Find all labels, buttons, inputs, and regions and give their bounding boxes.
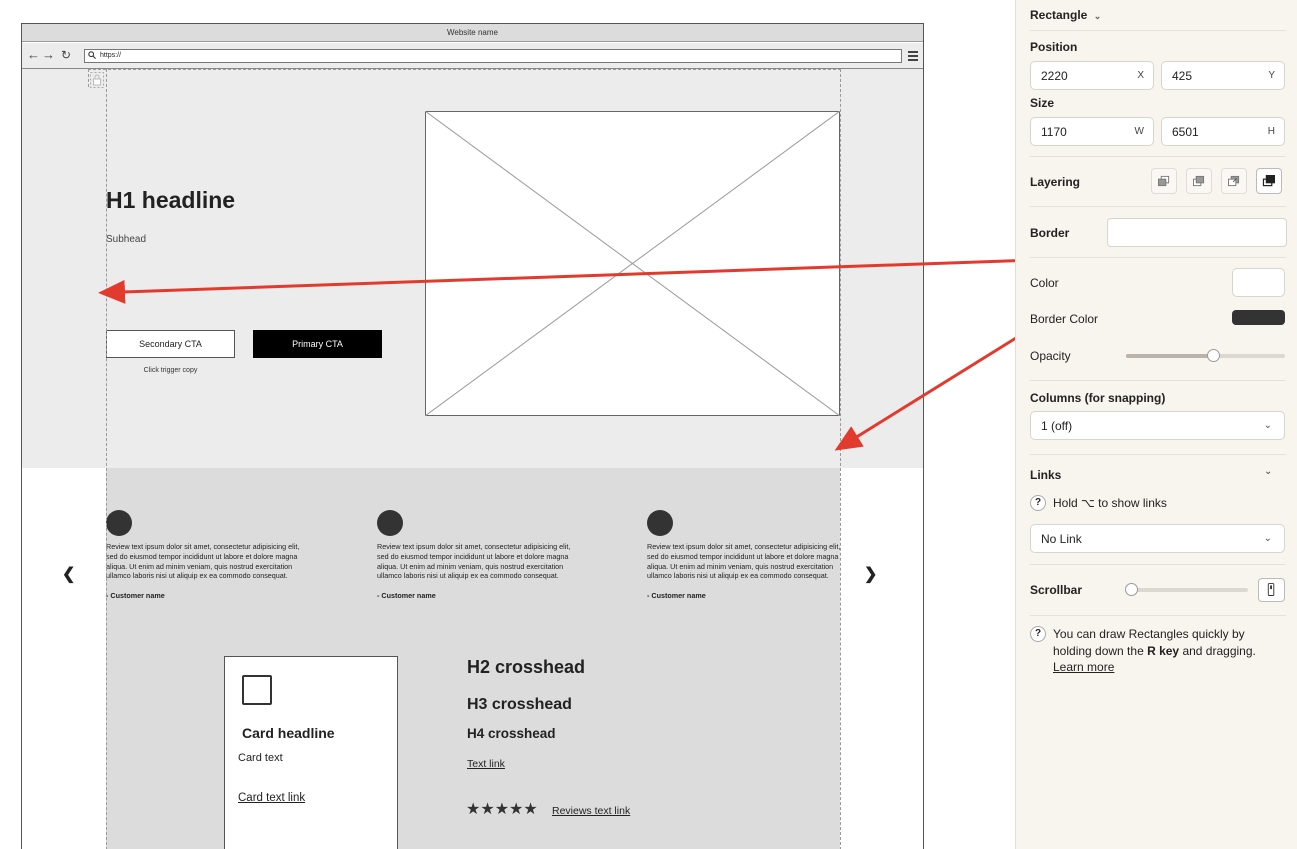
send-to-back-icon <box>1228 175 1240 187</box>
fill-color-swatch[interactable] <box>1232 268 1285 297</box>
y-position-input[interactable]: 425 Y <box>1161 61 1285 90</box>
divider <box>1030 454 1286 455</box>
link-value: No Link <box>1041 532 1082 546</box>
x-value: 2220 <box>1041 69 1068 83</box>
send-to-back-button[interactable] <box>1221 168 1247 194</box>
help-icon[interactable]: ? <box>1030 626 1046 642</box>
opacity-label: Opacity <box>1030 349 1071 363</box>
send-backward-icon <box>1158 175 1170 187</box>
w-value: 1170 <box>1041 125 1067 139</box>
links-help-text: Hold ⌥ to show links <box>1053 496 1167 510</box>
divider <box>1030 564 1286 565</box>
scrollbar-label: Scrollbar <box>1030 583 1083 597</box>
y-unit: Y <box>1268 70 1275 81</box>
links-collapse-chevron-icon[interactable]: ⌄ <box>1264 466 1272 477</box>
divider <box>1030 30 1286 31</box>
tip-key: R key <box>1147 643 1180 658</box>
send-backward-button[interactable] <box>1151 168 1177 194</box>
arrow-to-left-edge <box>98 254 1149 304</box>
size-label: Size <box>1030 96 1055 110</box>
columns-value: 1 (off) <box>1041 419 1073 433</box>
bring-to-front-button[interactable] <box>1256 168 1282 194</box>
bring-forward-button[interactable] <box>1186 168 1212 194</box>
scrollbar-toggle-button[interactable] <box>1258 578 1285 602</box>
y-value: 425 <box>1172 69 1193 83</box>
tip-text-end: and dragging. <box>1179 643 1256 658</box>
layering-label: Layering <box>1030 175 1081 189</box>
divider <box>1030 156 1286 157</box>
links-label: Links <box>1030 468 1062 482</box>
rectangle-tip: You can draw Rectangles quickly by holdi… <box>1053 626 1283 676</box>
chevron-down-icon: ⌄ <box>1093 11 1102 21</box>
columns-label: Columns (for snapping) <box>1030 391 1166 405</box>
width-input[interactable]: 1170 W <box>1030 117 1154 146</box>
columns-select[interactable]: 1 (off) ⌄ <box>1030 411 1285 440</box>
divider <box>1030 615 1286 616</box>
opacity-slider-fill <box>1126 354 1214 358</box>
h-unit: H <box>1267 126 1275 137</box>
scrollbar-icon <box>1267 583 1275 596</box>
w-unit: W <box>1134 126 1144 137</box>
x-position-input[interactable]: 2220 X <box>1030 61 1154 90</box>
scrollbar-slider-thumb[interactable] <box>1125 583 1138 596</box>
opacity-slider-thumb[interactable] <box>1207 349 1221 362</box>
divider <box>1030 206 1286 207</box>
learn-more-link[interactable]: Learn more <box>1053 660 1114 674</box>
chevron-down-icon: ⌄ <box>1263 533 1272 544</box>
border-label: Border <box>1030 226 1070 240</box>
border-color-label: Border Color <box>1030 312 1099 326</box>
border-color-swatch[interactable] <box>1232 310 1285 325</box>
opacity-slider[interactable] <box>1126 349 1285 362</box>
bring-to-front-icon <box>1262 175 1275 187</box>
help-icon[interactable]: ? <box>1030 495 1046 511</box>
element-type-label: Rectangle <box>1030 8 1088 22</box>
inspector-panel: Rectangle ⌄ Position 2220 X 425 Y Size 1… <box>1015 0 1297 849</box>
position-label: Position <box>1030 40 1078 54</box>
link-select[interactable]: No Link ⌄ <box>1030 524 1285 553</box>
h-value: 6501 <box>1172 125 1199 139</box>
color-label: Color <box>1030 276 1059 290</box>
border-style-group <box>1107 218 1287 247</box>
bring-forward-icon <box>1193 175 1205 187</box>
divider <box>1030 257 1286 258</box>
element-type-dropdown[interactable]: Rectangle ⌄ <box>1030 8 1101 22</box>
chevron-down-icon: ⌄ <box>1263 420 1272 431</box>
scrollbar-slider[interactable] <box>1125 583 1248 596</box>
height-input[interactable]: 6501 H <box>1161 117 1285 146</box>
divider <box>1030 380 1286 381</box>
x-unit: X <box>1137 70 1144 81</box>
